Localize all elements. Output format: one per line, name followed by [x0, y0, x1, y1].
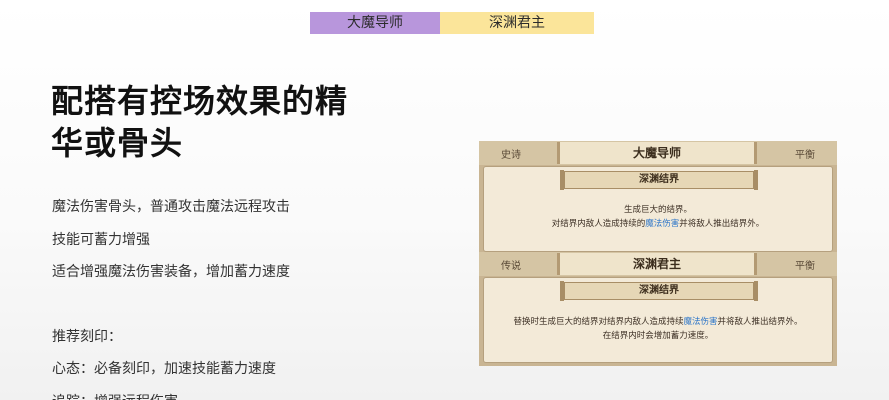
skill-name-scroll: 深渊结界 — [560, 170, 758, 190]
desc-text: 并将敌人推出结界外。 — [717, 317, 803, 327]
skill-desc-line: 在结界内时会增加蓄力速度。 — [602, 331, 714, 341]
skill-panel: 深渊结界 替换时生成巨大的结界对结界内敌人造成持续魔法伤害并将敌人推出结界外。 … — [483, 277, 833, 363]
page-headline: 配搭有控场效果的精 华或骨头 — [51, 80, 381, 164]
magic-damage-highlight: 魔法伤害 — [683, 317, 718, 327]
type-label: 平衡 — [795, 150, 815, 161]
hero-name-banner: 深渊君主 — [557, 253, 757, 275]
hero-name-banner: 大魔导师 — [557, 142, 757, 164]
magic-damage-highlight: 魔法伤害 — [645, 219, 680, 229]
skill-desc-line: 对结界内敌人造成持续的魔法伤害并将敌人推出结界外。 — [488, 218, 828, 231]
skill-row-header: 传说 深渊君主 平衡 — [479, 252, 837, 276]
recommend-heading: 推荐刻印： — [52, 328, 122, 345]
tag-grand-mage: 大魔导师 — [310, 12, 440, 34]
description-block: 魔法伤害骨头，普通攻击魔法远程攻击 技能可蓄力增强 适合增强魔法伤害装备，增加蓄… — [52, 193, 290, 400]
recommend-line: 追踪：增强远程伤害 — [52, 388, 290, 400]
desc-text: 替换时生成巨大的结界对结界内敌人造成持续 — [513, 317, 684, 327]
skill-desc-line: 替换时生成巨大的结界对结界内敌人造成持续魔法伤害并将敌人推出结界外。 — [488, 316, 828, 329]
tag-abyss-lord: 深渊君主 — [440, 12, 594, 34]
recommend-line: 心态：必备刻印，加速技能蓄力速度 — [52, 361, 276, 377]
type-label: 平衡 — [795, 261, 815, 272]
skill-row-header: 史诗 大魔导师 平衡 — [479, 141, 837, 165]
description-line: 魔法伤害骨头，普通攻击魔法远程攻击 — [52, 199, 290, 215]
skill-row-abyss-lord: 传说 深渊君主 平衡 深渊结界 替换时生成巨大的结界对结界内敌人造成持续魔法伤害… — [479, 252, 837, 366]
description-line: 适合增强魔法伤害装备，增加蓄力速度 — [52, 264, 290, 280]
skill-desc-line: 生成巨大的结界。 — [623, 205, 692, 215]
desc-text: 并将敌人推出结界外。 — [679, 219, 765, 229]
desc-text: 对结界内敌人造成持续的 — [551, 219, 646, 229]
headline-line-1: 配搭有控场效果的精 — [51, 82, 349, 120]
description-line: 技能可蓄力增强 — [52, 231, 150, 248]
rarity-label: 史诗 — [501, 150, 521, 161]
skill-row-grand-mage: 史诗 大魔导师 平衡 深渊结界 生成巨大的结界。 对结界内敌人造成持续的魔法伤害… — [479, 141, 837, 255]
skill-comparison-card: 史诗 大魔导师 平衡 深渊结界 生成巨大的结界。 对结界内敌人造成持续的魔法伤害… — [479, 141, 837, 366]
rarity-label: 传说 — [501, 261, 521, 272]
skill-panel: 深渊结界 生成巨大的结界。 对结界内敌人造成持续的魔法伤害并将敌人推出结界外。 — [483, 166, 833, 252]
headline-line-2: 华或骨头 — [51, 124, 184, 162]
skill-name-scroll: 深渊结界 — [560, 281, 758, 301]
hero-tags: 大魔导师 深渊君主 — [310, 12, 594, 34]
